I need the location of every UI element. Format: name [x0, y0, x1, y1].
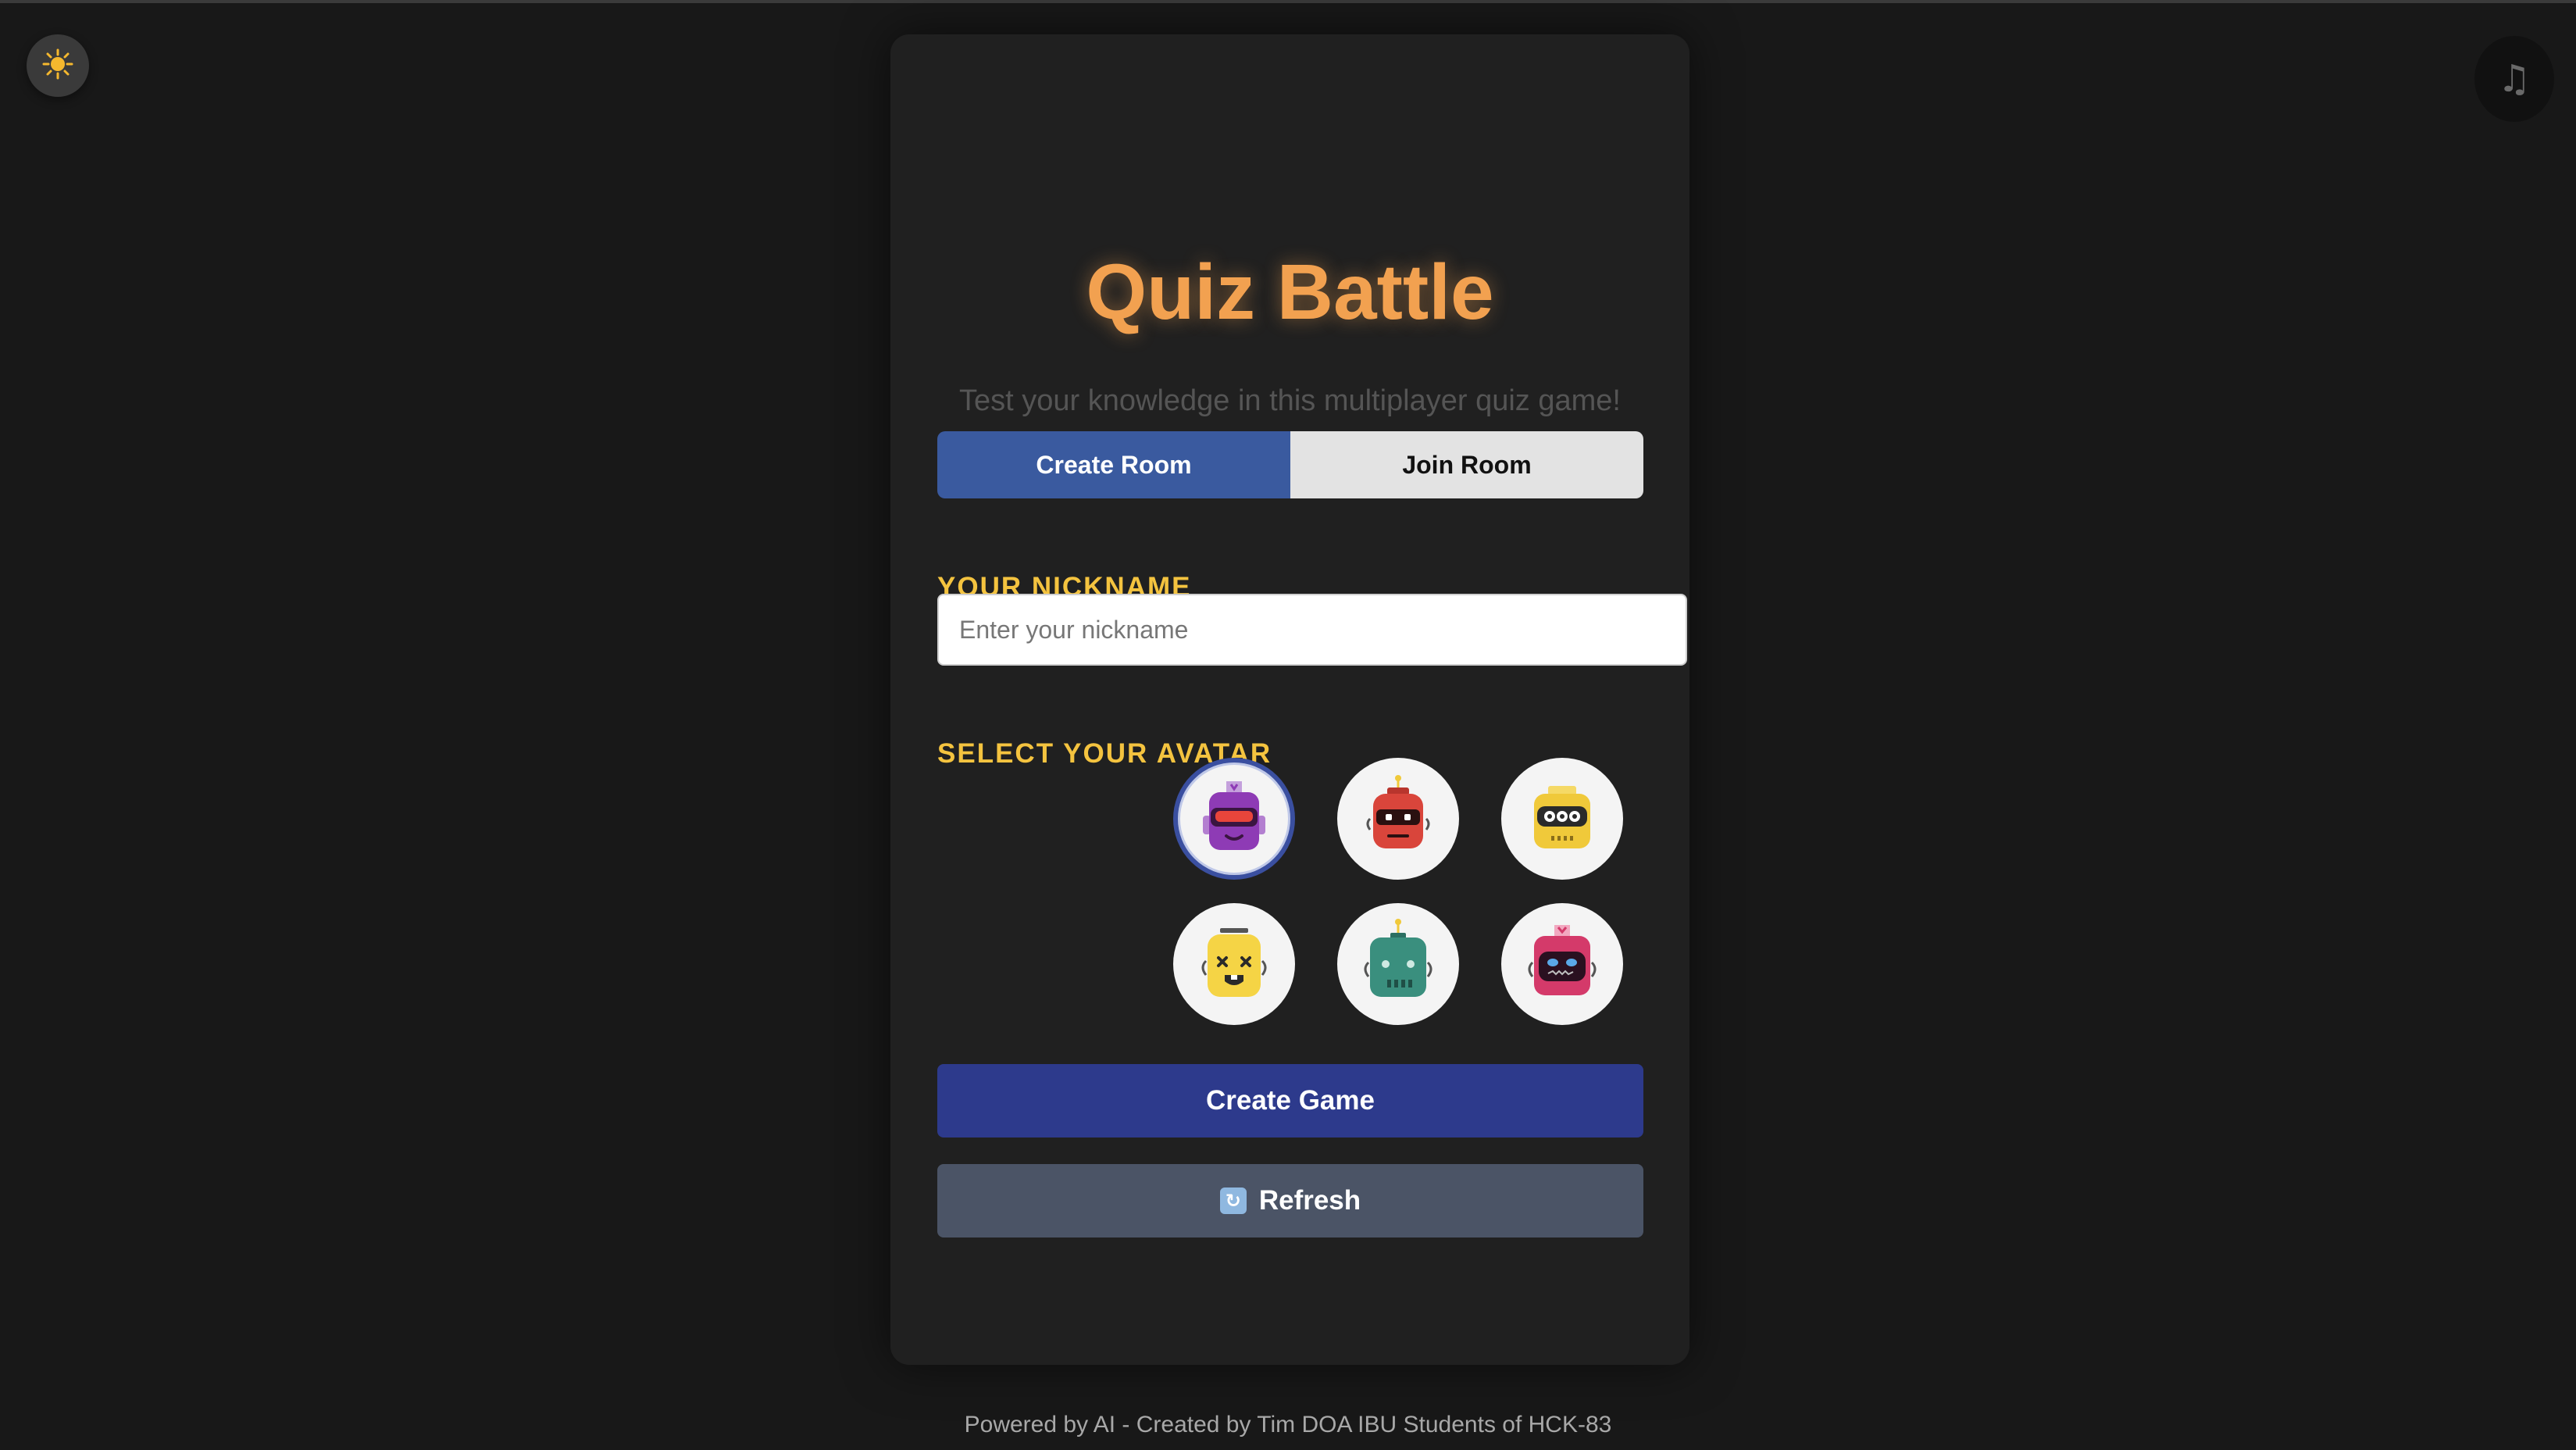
room-tabs: Create Room Join Room — [937, 431, 1643, 498]
music-toggle-button[interactable]: ♫ — [2474, 36, 2554, 122]
refresh-label: Refresh — [1258, 1185, 1361, 1216]
avatar-option-purple-robot[interactable] — [1173, 758, 1295, 880]
page-title: Quiz Battle — [1086, 248, 1494, 336]
create-game-button[interactable]: Create Game — [937, 1064, 1643, 1138]
refresh-icon: ↻ — [1219, 1188, 1247, 1214]
teal-robot-icon — [1364, 919, 1432, 997]
lobby-card: Quiz Battle Test your knowledge in this … — [890, 34, 1689, 1365]
avatar-grid — [1064, 758, 1623, 1025]
pink-robot-icon — [1528, 925, 1597, 995]
yellow-dizzy-robot-icon — [1201, 928, 1267, 997]
window-top-border — [0, 0, 2576, 3]
red-robot-icon — [1366, 775, 1430, 848]
avatar-option-red-robot[interactable] — [1337, 758, 1459, 880]
purple-robot-icon — [1203, 781, 1265, 850]
avatar-option-pink-robot[interactable] — [1501, 903, 1623, 1025]
avatar-option-teal-robot[interactable] — [1337, 903, 1459, 1025]
music-note-icon: ♫ — [2497, 57, 2531, 101]
page-subtitle: Test your knowledge in this multiplayer … — [959, 384, 1621, 417]
nickname-input[interactable] — [937, 594, 1687, 666]
avatar-option-yellow-robot[interactable] — [1501, 758, 1623, 880]
create-game-label: Create Game — [1206, 1085, 1375, 1116]
footer-credits: Powered by AI - Created by Tim DOA IBU S… — [964, 1412, 1612, 1438]
sun-icon — [42, 48, 73, 84]
theme-toggle-button[interactable] — [27, 34, 89, 97]
yellow-robot-icon — [1534, 786, 1590, 848]
refresh-button[interactable]: ↻ Refresh — [937, 1164, 1643, 1238]
tab-join-room[interactable]: Join Room — [1290, 431, 1643, 498]
avatar-option-yellow-dizzy-robot[interactable] — [1173, 903, 1295, 1025]
tab-create-room[interactable]: Create Room — [937, 431, 1290, 498]
